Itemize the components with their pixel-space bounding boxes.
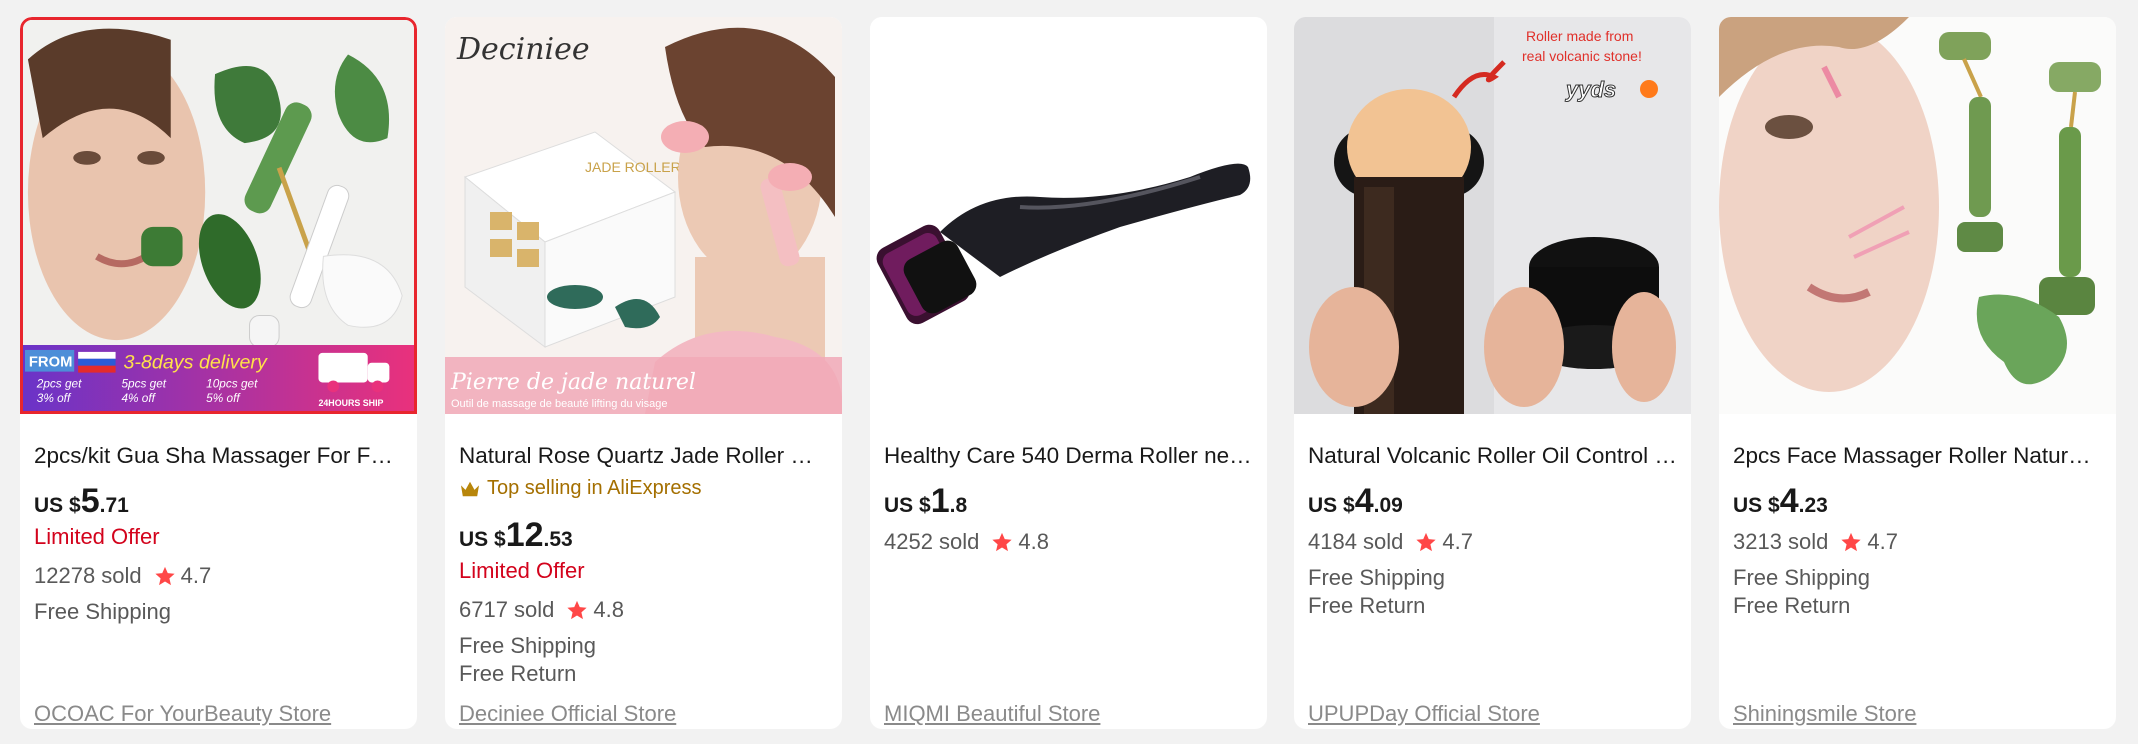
gua-sha-product-photo: FROM 3-8days delivery 2pcs get 3% off 5p… — [23, 20, 414, 411]
store-link[interactable]: OCOAC For YourBeauty Store — [34, 701, 331, 727]
sales-rating: 4252 sold 4.8 — [884, 529, 1049, 555]
free-shipping-label: Free Shipping — [34, 599, 171, 624]
sold-count: 12278 sold — [34, 563, 142, 588]
product-image[interactable]: Roller made from real volcanic stone! yy… — [1294, 17, 1691, 414]
sold-count: 6717 sold — [459, 597, 555, 622]
product-card[interactable]: Roller made from real volcanic stone! yy… — [1294, 17, 1691, 729]
product-title[interactable]: Natural Rose Quartz Jade Roller Gua Sha … — [459, 442, 829, 470]
free-shipping-label: Free Shipping — [459, 633, 596, 658]
free-return-label: Free Return — [1308, 593, 1426, 618]
svg-text:24HOURS SHIP: 24HOURS SHIP — [318, 398, 383, 408]
svg-text:10pcs get: 10pcs get — [206, 376, 258, 390]
rose-quartz-product-photo: Deciniee JADE ROLLER Pierre de jade natu… — [445, 17, 842, 414]
store-link[interactable]: Deciniee Official Store — [459, 701, 676, 727]
jade-roller-product-photo — [1719, 17, 2116, 414]
free-return-label: Free Return — [1733, 593, 1851, 618]
product-info: 2pcs Face Massager Roller Natural Jade G… — [1733, 414, 2103, 729]
product-info: Healthy Care 540 Derma Roller needles US… — [884, 414, 1254, 729]
star-icon — [1416, 532, 1437, 552]
rating-value: 4.8 — [1018, 529, 1050, 554]
sold-count: 4184 sold — [1308, 529, 1404, 554]
product-price: US $1.8 — [884, 482, 968, 520]
product-title[interactable]: 2pcs Face Massager Roller Natural Jade G… — [1733, 442, 2103, 470]
sales-rating: 12278 sold 4.7 — [34, 563, 211, 589]
product-card[interactable]: FROM 3-8days delivery 2pcs get 3% off 5p… — [20, 17, 417, 729]
svg-text:real volcanic stone!: real volcanic stone! — [1522, 48, 1642, 64]
rating-value: 4.8 — [593, 597, 625, 622]
limited-offer-label: Limited Offer — [459, 558, 585, 583]
svg-text:Roller made from: Roller made from — [1526, 28, 1633, 44]
product-card[interactable]: Healthy Care 540 Derma Roller needles US… — [870, 17, 1267, 729]
volcanic-roller-product-photo: Roller made from real volcanic stone! yy… — [1294, 17, 1691, 414]
product-info: Natural Rose Quartz Jade Roller Gua Sha … — [459, 414, 829, 729]
svg-text:Outil de massage de beauté lif: Outil de massage de beauté lifting du vi… — [451, 398, 667, 410]
store-link[interactable]: Shiningsmile Store — [1733, 701, 1916, 727]
derma-roller-product-photo — [870, 17, 1267, 414]
sold-count: 4252 sold — [884, 529, 980, 554]
star-icon — [155, 566, 175, 586]
free-shipping-label: Free Shipping — [1308, 565, 1445, 590]
product-image[interactable] — [1719, 17, 2116, 414]
top-selling-badge: Top selling in AliExpress — [459, 477, 702, 500]
product-image[interactable]: FROM 3-8days delivery 2pcs get 3% off 5p… — [20, 17, 417, 414]
sold-count: 3213 sold — [1733, 529, 1829, 554]
product-info: Natural Volcanic Roller Oil Control Ston… — [1308, 414, 1678, 729]
product-price: US $4.23 — [1733, 482, 1828, 520]
star-icon — [992, 532, 1013, 552]
product-title[interactable]: Healthy Care 540 Derma Roller needles — [884, 442, 1254, 470]
product-info: 2pcs/kit Gua Sha Massager For Face Eye J… — [34, 414, 404, 729]
product-image[interactable]: Deciniee JADE ROLLER Pierre de jade natu… — [445, 17, 842, 414]
product-grid: FROM 3-8days delivery 2pcs get 3% off 5p… — [0, 0, 2138, 744]
star-icon — [567, 600, 588, 620]
store-link[interactable]: UPUPDay Official Store — [1308, 701, 1540, 727]
crown-icon — [461, 481, 479, 496]
svg-text:2pcs get: 2pcs get — [36, 376, 82, 390]
sales-rating: 3213 sold 4.7 — [1733, 529, 1898, 555]
rating-value: 4.7 — [180, 563, 212, 588]
svg-text:4% off: 4% off — [121, 391, 156, 405]
sales-rating: 4184 sold 4.7 — [1308, 529, 1473, 555]
svg-text:Deciniee: Deciniee — [456, 32, 590, 67]
svg-text:3% off: 3% off — [37, 391, 72, 405]
free-shipping-label: Free Shipping — [1733, 565, 1870, 590]
rating-value: 4.7 — [1442, 529, 1474, 554]
svg-text:3-8days delivery: 3-8days delivery — [123, 352, 268, 374]
product-price: US $5.71 — [34, 482, 129, 520]
svg-text:FROM: FROM — [29, 355, 72, 371]
free-return-label: Free Return — [459, 661, 577, 686]
svg-text:5pcs get: 5pcs get — [121, 376, 166, 390]
store-link[interactable]: MIQMI Beautiful Store — [884, 701, 1100, 727]
product-card[interactable]: Deciniee JADE ROLLER Pierre de jade natu… — [445, 17, 842, 729]
svg-text:JADE ROLLER: JADE ROLLER — [585, 159, 681, 175]
product-price: US $4.09 — [1308, 482, 1403, 520]
product-title[interactable]: Natural Volcanic Roller Oil Control Ston… — [1308, 442, 1678, 470]
svg-text:Pierre de jade naturel: Pierre de jade naturel — [450, 370, 696, 395]
product-price: US $12.53 — [459, 516, 573, 554]
limited-offer-label: Limited Offer — [34, 524, 160, 549]
sales-rating: 6717 sold 4.8 — [459, 597, 624, 623]
product-card[interactable]: 2pcs Face Massager Roller Natural Jade G… — [1719, 17, 2116, 729]
svg-text:5% off: 5% off — [206, 391, 241, 405]
product-title[interactable]: 2pcs/kit Gua Sha Massager For Face Eye J… — [34, 442, 404, 470]
svg-text:yyds: yyds — [1565, 77, 1616, 102]
star-icon — [1841, 532, 1862, 552]
product-image[interactable] — [870, 17, 1267, 414]
rating-value: 4.7 — [1867, 529, 1899, 554]
